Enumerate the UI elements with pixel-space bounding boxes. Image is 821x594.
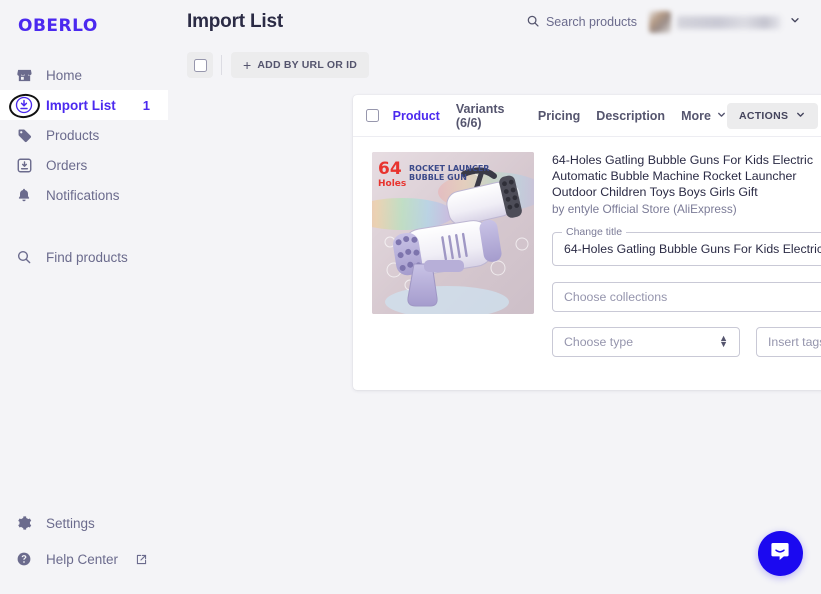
search-icon xyxy=(14,247,34,267)
toolbar-divider xyxy=(221,55,222,75)
add-by-url-or-id-button[interactable]: + ADD BY URL OR ID xyxy=(231,52,370,78)
account-name-redacted xyxy=(677,15,781,29)
svg-text:64: 64 xyxy=(378,159,402,179)
product-card: Product Variants (6/6) Pricing Descripti… xyxy=(353,95,821,390)
type-placeholder: Choose type xyxy=(564,335,634,349)
profile-menu[interactable] xyxy=(649,11,801,33)
tab-label: More xyxy=(681,108,711,123)
inbox-download-icon xyxy=(14,155,34,175)
tab-label: Pricing xyxy=(537,108,581,123)
avatar xyxy=(649,11,671,33)
top-bar-right: Search products xyxy=(526,11,801,33)
sidebar-item-label: Notifications xyxy=(46,187,120,203)
change-title-legend: Change title xyxy=(562,226,627,238)
top-bar: Import List Search products xyxy=(168,0,821,44)
product-vendor: by entyle Official Store (AliExpress) xyxy=(552,202,737,216)
import-list-count: 1 xyxy=(142,97,150,113)
chevron-down-icon xyxy=(789,13,801,31)
product-title: 64-Holes Gatling Bubble Guns For Kids El… xyxy=(552,153,814,199)
chevron-down-icon xyxy=(795,109,806,123)
page-title: Import List xyxy=(187,11,283,32)
chevron-down-icon xyxy=(716,109,727,123)
search-label: Search products xyxy=(545,15,637,29)
card-body: 64 Holes ROCKET LAUNCER BUBBLE GUN 64-Ho… xyxy=(353,137,821,357)
sidebar-item-help-center[interactable]: Help Center xyxy=(0,544,168,574)
chat-smiley-icon xyxy=(769,539,793,568)
bell-icon xyxy=(14,185,34,205)
choose-collections-select[interactable]: Choose collections ▲▼ xyxy=(552,282,821,312)
product-info: 64-Holes Gatling Bubble Guns For Kids El… xyxy=(534,152,821,357)
import-download-icon xyxy=(14,95,34,115)
search-icon xyxy=(526,14,546,31)
external-link-icon xyxy=(135,553,168,566)
tab-more[interactable]: More xyxy=(681,109,727,123)
sidebar-item-label: Find products xyxy=(46,249,128,265)
card-tabs: Product Variants (6/6) Pricing Descripti… xyxy=(393,102,727,130)
main-content: Import List Search products + ADD BY URL… xyxy=(168,0,821,594)
sidebar-item-find-products[interactable]: Find products xyxy=(0,242,168,272)
actions-label: ACTIONS xyxy=(738,109,789,122)
logo-text: OBERLO xyxy=(18,16,98,36)
choose-type-select[interactable]: Choose type ▲ ▼ xyxy=(552,327,740,357)
select-spinner-icon: ▲ ▼ xyxy=(719,333,728,349)
sidebar-item-import-list[interactable]: Import List 1 xyxy=(0,90,168,120)
sidebar-item-notifications[interactable]: Notifications xyxy=(0,180,168,210)
sidebar-item-home[interactable]: Home xyxy=(0,60,168,90)
plus-icon: + xyxy=(243,57,252,73)
tab-description[interactable]: Description xyxy=(596,109,665,123)
sidebar-item-label: Products xyxy=(46,127,100,143)
tab-label: Product xyxy=(392,108,440,123)
card-toolbar-actions: ACTIONS IMPORT TO STORE xyxy=(726,102,821,129)
tab-product[interactable]: Product xyxy=(393,109,440,123)
select-all-checkbox[interactable] xyxy=(187,52,213,78)
tab-variants[interactable]: Variants (6/6) xyxy=(456,102,522,130)
gear-icon xyxy=(14,513,34,533)
sidebar-item-products[interactable]: Products xyxy=(0,120,168,150)
collections-placeholder: Choose collections xyxy=(564,290,668,304)
svg-text:Holes: Holes xyxy=(378,179,406,189)
sidebar-nav: Home Import List 1 Products Orders Notif… xyxy=(0,60,168,272)
title-input[interactable] xyxy=(564,242,821,256)
checkbox-box xyxy=(193,58,207,72)
product-select-checkbox[interactable] xyxy=(366,109,379,122)
sub-toolbar: + ADD BY URL OR ID xyxy=(168,44,821,82)
actions-dropdown-button[interactable]: ACTIONS xyxy=(726,102,819,129)
sidebar-item-label: Import List xyxy=(46,97,116,113)
tags-placeholder: Insert tags here xyxy=(768,335,821,349)
sidebar-item-label: Home xyxy=(46,67,83,83)
sidebar-item-label: Orders xyxy=(46,157,88,173)
intercom-launcher-button[interactable] xyxy=(758,531,803,576)
app-root: OBERLO Home Import List 1 Products Order… xyxy=(0,0,821,594)
oberlo-logo[interactable]: OBERLO xyxy=(0,0,168,36)
change-title-field[interactable]: Change title xyxy=(552,226,821,266)
sidebar-bottom-nav: Settings Help Center xyxy=(0,508,168,580)
insert-tags-select[interactable]: Insert tags here ▲▼ xyxy=(756,327,821,357)
collections-row: Choose collections ▲▼ xyxy=(552,282,821,312)
add-button-label: ADD BY URL OR ID xyxy=(257,59,358,71)
tab-label: Description xyxy=(596,108,666,123)
sidebar-item-settings[interactable]: Settings xyxy=(0,508,168,538)
tab-pricing[interactable]: Pricing xyxy=(538,109,580,123)
sidebar: OBERLO Home Import List 1 Products Order… xyxy=(0,0,168,594)
product-title-row: 64-Holes Gatling Bubble Guns For Kids El… xyxy=(552,152,821,200)
search-products-button[interactable]: Search products xyxy=(526,14,637,31)
svg-text:ROCKET LAUNCER: ROCKET LAUNCER xyxy=(409,164,489,173)
tab-label: Variants (6/6) xyxy=(455,101,505,130)
tag-icon xyxy=(14,125,34,145)
sidebar-item-label: Help Center xyxy=(46,551,119,567)
store-icon xyxy=(14,65,34,85)
sidebar-item-orders[interactable]: Orders xyxy=(0,150,168,180)
card-toolbar: Product Variants (6/6) Pricing Descripti… xyxy=(353,95,821,137)
product-thumbnail[interactable]: 64 Holes ROCKET LAUNCER BUBBLE GUN xyxy=(372,152,534,314)
sidebar-item-label: Settings xyxy=(46,515,95,531)
question-circle-icon xyxy=(14,549,34,569)
svg-text:BUBBLE GUN: BUBBLE GUN xyxy=(409,173,467,182)
type-and-tags-row: Choose type ▲▼ Insert tags here ▲▼ xyxy=(552,327,821,357)
product-image-art: 64 Holes ROCKET LAUNCER BUBBLE GUN xyxy=(372,152,534,314)
